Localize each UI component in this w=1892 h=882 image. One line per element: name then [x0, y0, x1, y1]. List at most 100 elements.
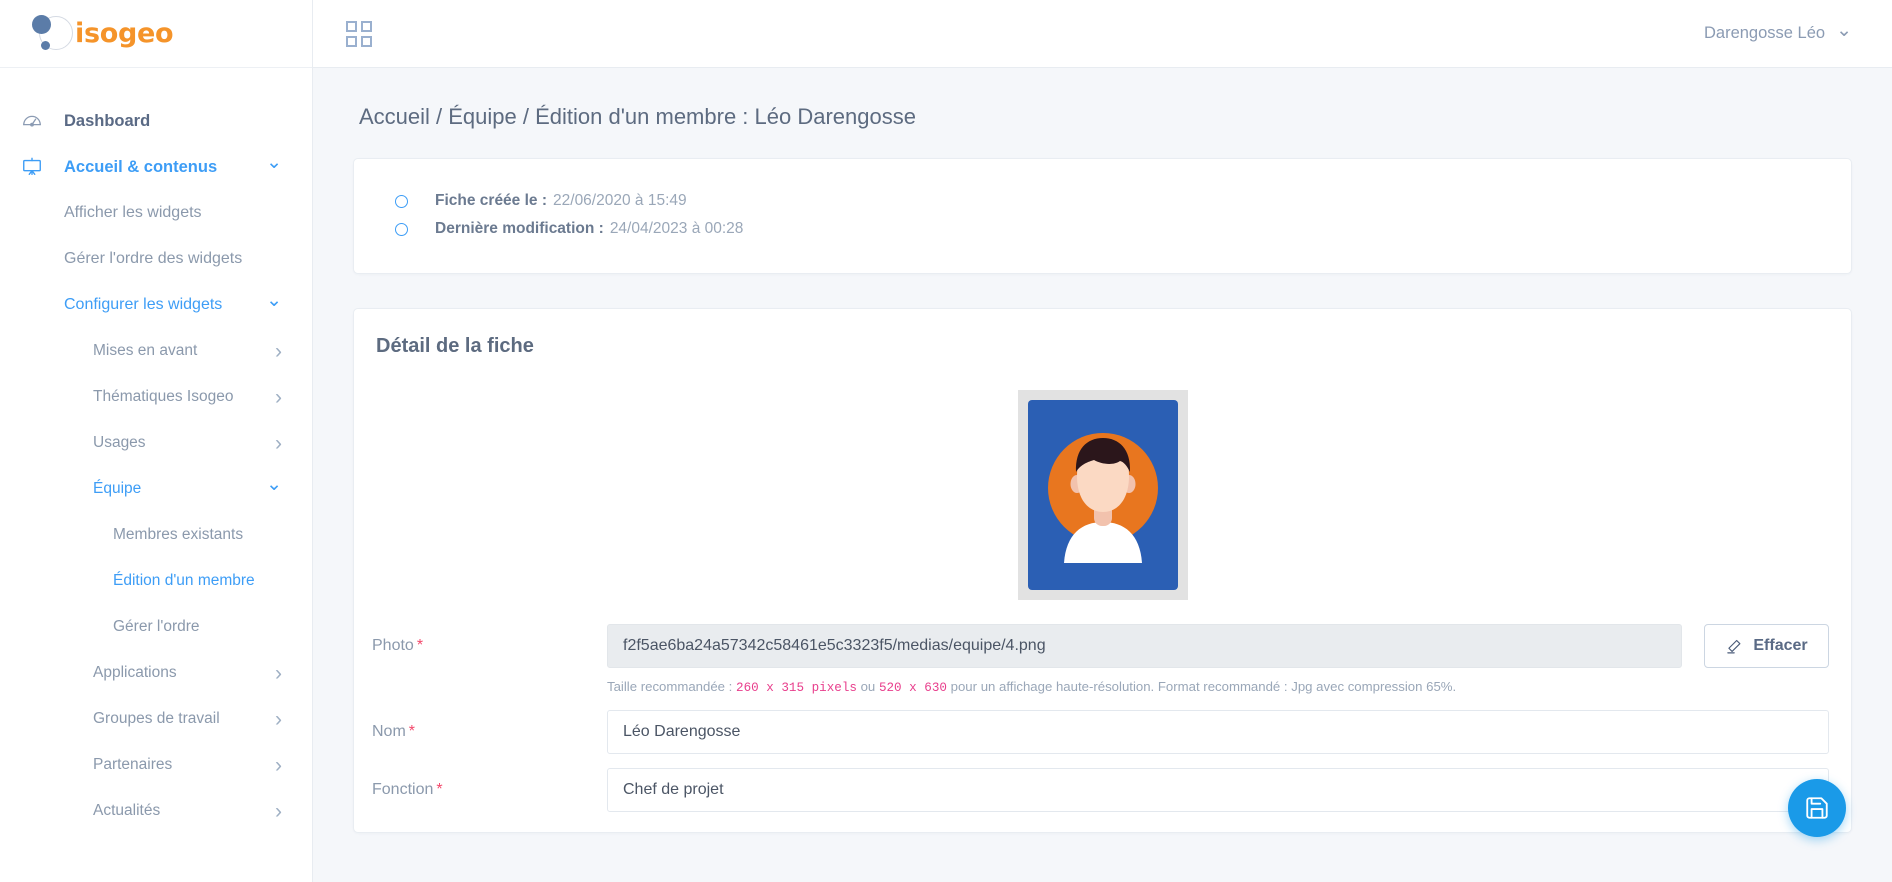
chevron-down-icon	[266, 158, 282, 177]
erase-photo-button[interactable]: Effacer	[1704, 624, 1829, 668]
sidebar-item-mises-en-avant[interactable]: Mises en avant	[0, 328, 312, 374]
required-marker: *	[436, 781, 443, 799]
sidebar-nav: Dashboard Accueil & contenus Afficher les …	[0, 68, 312, 834]
fonction-label-text: Fonction	[372, 781, 434, 799]
save-button[interactable]	[1788, 779, 1846, 837]
sidebar-item-configurer-les-widgets[interactable]: Configurer les widgets	[0, 282, 312, 328]
form-row-nom: Nom * Léo Darengosse	[354, 696, 1851, 755]
chevron-right-icon	[275, 341, 282, 362]
user-menu[interactable]: Darengosse Léo ⌄	[1703, 20, 1852, 45]
helper-suffix: pour un affichage haute-résolution. Form…	[946, 679, 1457, 694]
chevron-right-icon	[275, 387, 282, 408]
nom-input[interactable]: Léo Darengosse	[607, 710, 1829, 755]
sidebar-item-label: Dashboard	[64, 111, 151, 130]
photo-frame	[1017, 390, 1188, 600]
info-row-created: Fiche créée le : 22/06/2020 à 15:49	[354, 187, 1851, 215]
sidebar-item-th-matiques-isogeo[interactable]: Thématiques Isogeo	[0, 374, 312, 420]
breadcrumb: Accueil / Équipe / Édition d'un membre :…	[359, 104, 916, 129]
sidebar-item-dashboard[interactable]: Dashboard	[0, 98, 312, 144]
sidebar: isogeo Dashboard Accueil & contenus Affich…	[0, 0, 313, 882]
page-content: Accueil / Équipe / Édition d'un membre :…	[313, 68, 1892, 882]
circle-icon	[395, 222, 408, 236]
dashboard-gauge-icon	[0, 110, 64, 132]
sidebar-item-g-rer-l-ordre-des-widgets[interactable]: Gérer l'ordre des widgets	[0, 236, 312, 282]
sidebar-item-label: Partenaires	[93, 756, 173, 773]
required-marker: *	[408, 723, 416, 741]
sidebar-item-label: Groupes de travail	[93, 710, 220, 727]
user-menu-label: Darengosse Léo	[1703, 24, 1826, 42]
chevron-right-icon	[275, 755, 282, 776]
member-avatar-image	[1027, 400, 1178, 590]
chevron-right-icon	[275, 433, 282, 454]
presentation-board-icon	[23, 157, 41, 176]
chevron-down-icon: ⌄	[1836, 20, 1852, 41]
detail-card-title: Détail de la fiche	[376, 335, 534, 357]
nom-label: Nom *	[354, 710, 607, 741]
sidebar-item-applications[interactable]: Applications	[0, 650, 312, 696]
nom-control: Léo Darengosse	[607, 710, 1851, 755]
main-area: Darengosse Léo ⌄ Accueil / Équipe / Édit…	[313, 0, 1892, 882]
eraser-icon	[1727, 639, 1741, 653]
sidebar-item-groupes-de-travail[interactable]: Groupes de travail	[0, 696, 312, 742]
sidebar-item-usages[interactable]: Usages	[0, 420, 312, 466]
photo-helper-text: Taille recommandée : 260 x 315 pixels ou…	[607, 668, 1829, 696]
sidebar-item-quipe[interactable]: Équipe	[0, 466, 312, 512]
chevron-down-icon	[266, 480, 282, 499]
sidebar-item-partenaires[interactable]: Partenaires	[0, 742, 312, 788]
brand-header[interactable]: isogeo	[0, 0, 312, 68]
sidebar-item-accueil-contenus[interactable]: Accueil & contenus	[0, 144, 312, 190]
helper-size-2: 520 x 630	[878, 681, 947, 695]
helper-size-1: 260 x 315 pixels	[736, 681, 857, 695]
sidebar-item-afficher-les-widgets[interactable]: Afficher les widgets	[0, 190, 312, 236]
photo-control: f2f5ae6ba24a57342c58461e5c3323f5/medias/…	[607, 624, 1851, 696]
nom-label-text: Nom	[372, 723, 406, 741]
fonction-control: Chef de projet	[607, 768, 1851, 813]
sidebar-item-label: Usages	[93, 434, 146, 451]
sidebar-item-label: Thématiques Isogeo	[93, 388, 234, 405]
info-row-modified: Dernière modification : 24/04/2023 à 00:…	[354, 215, 1851, 243]
info-value-created: 22/06/2020 à 15:49	[553, 192, 687, 209]
sidebar-item-label: Édition d'un membre	[113, 572, 255, 589]
sidebar-item-label: Accueil & contenus	[64, 157, 218, 176]
info-value-modified: 24/04/2023 à 00:28	[609, 220, 744, 237]
chevron-right-icon	[275, 663, 282, 684]
info-card: Fiche créée le : 22/06/2020 à 15:49 Dern…	[353, 158, 1852, 274]
helper-prefix: Taille recommandée :	[607, 679, 737, 694]
chevron-right-icon	[275, 709, 282, 730]
photo-label-text: Photo	[372, 637, 414, 654]
sidebar-item-membres-existants[interactable]: Membres existants	[0, 512, 312, 558]
apps-grid-icon[interactable]	[346, 20, 372, 47]
sidebar-item-label: Membres existants	[113, 526, 244, 543]
chevron-right-icon	[275, 801, 282, 822]
chevron-down-icon	[266, 296, 282, 315]
sidebar-item-label: Gérer l'ordre	[113, 618, 200, 635]
erase-button-label: Effacer	[1753, 637, 1808, 654]
isogeo-logo: isogeo	[30, 11, 174, 57]
sidebar-item-label: Équipe	[93, 480, 142, 497]
logo-mark-icon	[30, 11, 76, 57]
detail-card: Détail de la fiche Photo * f2f5ae6ba24a5…	[353, 308, 1852, 834]
sidebar-item-label: Applications	[93, 664, 177, 681]
form-row-fonction: Fonction * Chef de projet	[354, 754, 1851, 813]
sidebar-item-actualit-s[interactable]: Actualités	[0, 788, 312, 834]
circle-icon	[395, 194, 408, 208]
photo-preview	[354, 358, 1851, 610]
photo-label: Photo *	[354, 624, 607, 655]
photo-path-input[interactable]: f2f5ae6ba24a57342c58461e5c3323f5/medias/…	[607, 624, 1682, 668]
required-marker: *	[416, 637, 424, 654]
form-row-photo: Photo * f2f5ae6ba24a57342c58461e5c3323f5/…	[354, 610, 1851, 696]
sidebar-item-label: Actualités	[93, 802, 161, 819]
sidebar-item-label: Mises en avant	[93, 342, 198, 359]
info-label-modified: Dernière modification :	[435, 220, 604, 237]
sidebar-item-label: Afficher les widgets	[64, 204, 202, 221]
sidebar-item-g-rer-l-ordre[interactable]: Gérer l'ordre	[0, 604, 312, 650]
info-label-created: Fiche créée le :	[435, 192, 548, 209]
sidebar-item-label: Gérer l'ordre des widgets	[64, 250, 243, 267]
sidebar-item-dition-d-un-membre[interactable]: Édition d'un membre	[0, 558, 312, 604]
presentation-board-icon	[0, 156, 64, 178]
sidebar-item-label: Configurer les widgets	[64, 296, 223, 313]
helper-mid: ou	[856, 679, 879, 694]
logo-wordmark: isogeo	[75, 18, 174, 49]
fonction-input[interactable]: Chef de projet	[607, 768, 1829, 813]
save-floppy-icon	[1806, 797, 1828, 819]
